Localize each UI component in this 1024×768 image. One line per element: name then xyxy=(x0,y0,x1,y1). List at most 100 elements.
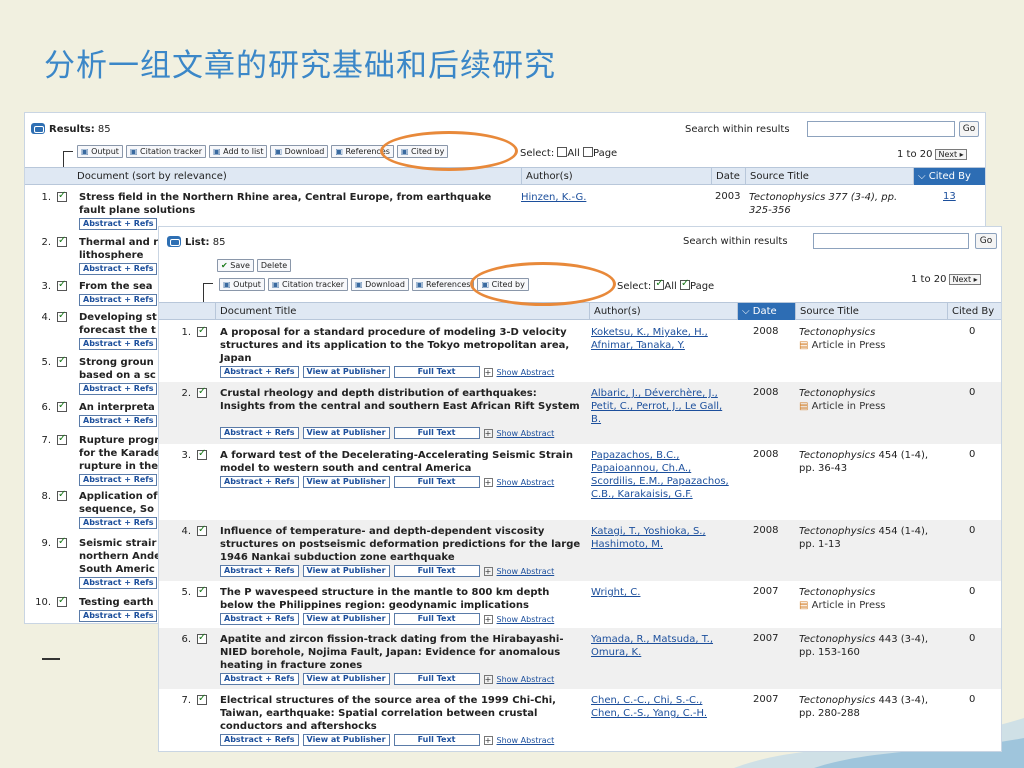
abstract-refs-button[interactable]: Abstract + Refs xyxy=(79,338,157,350)
select-page-checkbox[interactable] xyxy=(583,147,593,157)
abstract-refs-button[interactable]: Abstract + Refs xyxy=(79,263,157,275)
author-link[interactable]: Papazachos, B.C., Papaioannou, Ch.A., Sc… xyxy=(591,449,733,501)
go-button[interactable]: Go xyxy=(975,233,997,249)
row-checkbox[interactable] xyxy=(57,235,67,247)
row-title[interactable]: Stress field in the Northern Rhine area,… xyxy=(79,191,511,217)
col-source[interactable]: Source Title xyxy=(745,168,913,185)
abstract-refs-button[interactable]: Abstract + Refs xyxy=(220,427,299,439)
row-checkbox[interactable] xyxy=(197,585,207,597)
row-title[interactable]: A proposal for a standard procedure of m… xyxy=(220,326,584,365)
show-abstract-link[interactable]: Show Abstract xyxy=(497,478,555,487)
expand-icon[interactable]: + xyxy=(483,566,493,576)
row-checkbox[interactable] xyxy=(57,595,67,607)
output-button[interactable]: Output xyxy=(77,145,123,158)
full-text-button[interactable]: Full Text xyxy=(393,427,480,439)
view-at-publisher-button[interactable]: View at Publisher xyxy=(302,366,390,378)
view-at-publisher-button[interactable]: View at Publisher xyxy=(302,427,390,439)
abstract-refs-button[interactable]: Abstract + Refs xyxy=(220,366,299,378)
abstract-refs-button[interactable]: Abstract + Refs xyxy=(79,294,157,306)
expand-icon[interactable]: + xyxy=(483,735,493,745)
select-page-checkbox[interactable] xyxy=(680,278,690,290)
abstract-refs-button[interactable]: Abstract + Refs xyxy=(79,218,157,230)
output-button[interactable]: Output xyxy=(219,278,265,291)
save-button[interactable]: ✔ Save xyxy=(217,259,254,272)
show-abstract-link[interactable]: Show Abstract xyxy=(497,736,555,745)
row-checkbox[interactable] xyxy=(57,433,67,445)
col-cited-by[interactable]: ⌵ Cited By xyxy=(913,168,985,185)
add-to-list-button[interactable]: Add to list xyxy=(209,145,268,158)
row-checkbox[interactable] xyxy=(57,536,67,548)
expand-icon[interactable]: + xyxy=(483,477,493,487)
view-at-publisher-button[interactable]: View at Publisher xyxy=(302,476,390,488)
row-title[interactable]: Electrical structures of the source area… xyxy=(220,694,584,733)
expand-icon[interactable]: + xyxy=(483,428,493,438)
author-link[interactable]: Yamada, R., Matsuda, T., Omura, K. xyxy=(591,633,733,659)
row-checkbox[interactable] xyxy=(197,524,207,536)
row-checkbox[interactable] xyxy=(197,632,207,644)
row-title[interactable]: A forward test of the Decelerating-Accel… xyxy=(220,449,584,475)
go-button[interactable]: Go xyxy=(959,121,979,137)
row-checkbox[interactable] xyxy=(57,489,67,501)
cited-count[interactable]: 13 xyxy=(943,191,956,202)
row-title[interactable]: Crustal rheology and depth distribution … xyxy=(220,387,584,413)
next-button[interactable]: Next ▸ xyxy=(949,274,981,285)
show-abstract-link[interactable]: Show Abstract xyxy=(497,675,555,684)
view-at-publisher-button[interactable]: View at Publisher xyxy=(302,673,390,685)
abstract-refs-button[interactable]: Abstract + Refs xyxy=(79,517,157,529)
full-text-button[interactable]: Full Text xyxy=(393,673,480,685)
abstract-refs-button[interactable]: Abstract + Refs xyxy=(220,476,299,488)
next-button[interactable]: Next ▸ xyxy=(935,149,967,160)
search-within-input[interactable] xyxy=(813,233,969,249)
full-text-button[interactable]: Full Text xyxy=(393,734,480,746)
abstract-refs-button[interactable]: Abstract + Refs xyxy=(220,673,299,685)
select-all-checkbox[interactable] xyxy=(557,147,568,157)
expand-icon[interactable]: + xyxy=(483,674,493,684)
row-title[interactable]: The P wavespeed structure in the mantle … xyxy=(220,586,584,612)
abstract-refs-button[interactable]: Abstract + Refs xyxy=(220,613,299,625)
citation-tracker-button[interactable]: Citation tracker xyxy=(267,278,349,291)
abstract-refs-button[interactable]: Abstract + Refs xyxy=(79,577,157,589)
show-abstract-link[interactable]: Show Abstract xyxy=(497,615,555,624)
col-authors[interactable]: Author(s) xyxy=(589,303,737,320)
show-abstract-link[interactable]: Show Abstract xyxy=(497,368,555,377)
abstract-refs-button[interactable]: Abstract + Refs xyxy=(79,383,157,395)
row-checkbox[interactable] xyxy=(197,693,207,705)
citation-tracker-button[interactable]: Citation tracker xyxy=(125,145,207,158)
row-checkbox[interactable] xyxy=(197,448,207,460)
row-checkbox[interactable] xyxy=(57,279,67,291)
col-cited-by[interactable]: Cited By xyxy=(947,303,1001,320)
show-abstract-link[interactable]: Show Abstract xyxy=(497,567,555,576)
author-link[interactable]: Wright, C. xyxy=(591,586,733,599)
author-link[interactable]: Katagi, T., Yoshioka, S., Hashimoto, M. xyxy=(591,525,733,551)
download-button[interactable]: Download xyxy=(270,145,329,158)
references-button[interactable]: References xyxy=(411,278,475,291)
download-button[interactable]: Download xyxy=(351,278,409,291)
author-link[interactable]: Koketsu, K., Miyake, H., Afnimar, Tanaka… xyxy=(591,326,733,352)
show-abstract-link[interactable]: Show Abstract xyxy=(497,429,555,438)
col-source[interactable]: Source Title xyxy=(795,303,947,320)
abstract-refs-button[interactable]: Abstract + Refs xyxy=(79,415,157,427)
select-all-checkbox[interactable] xyxy=(654,278,665,290)
full-text-button[interactable]: Full Text xyxy=(393,366,480,378)
delete-button[interactable]: Delete xyxy=(256,259,292,272)
view-at-publisher-button[interactable]: View at Publisher xyxy=(302,613,390,625)
col-date[interactable]: ⌵ Date xyxy=(737,303,795,320)
full-text-button[interactable]: Full Text xyxy=(393,565,480,577)
view-at-publisher-button[interactable]: View at Publisher xyxy=(302,565,390,577)
search-within-input[interactable] xyxy=(807,121,955,137)
row-checkbox[interactable] xyxy=(57,355,67,367)
abstract-refs-button[interactable]: Abstract + Refs xyxy=(220,734,299,746)
row-checkbox[interactable] xyxy=(57,400,67,412)
full-text-button[interactable]: Full Text xyxy=(393,613,480,625)
row-checkbox[interactable] xyxy=(197,386,207,398)
row-checkbox[interactable] xyxy=(197,325,207,337)
row-title[interactable]: Apatite and zircon fission-track dating … xyxy=(220,633,584,672)
row-checkbox[interactable] xyxy=(57,310,67,322)
abstract-refs-button[interactable]: Abstract + Refs xyxy=(79,610,157,622)
author-link[interactable]: Chen, C.-C., Chi, S.-C., Chen, C.-S., Ya… xyxy=(591,694,733,720)
row-checkbox[interactable] xyxy=(57,190,67,202)
expand-icon[interactable]: + xyxy=(483,367,493,377)
abstract-refs-button[interactable]: Abstract + Refs xyxy=(220,565,299,577)
title-line[interactable]: Stress field in the Northern Rhine area,… xyxy=(79,191,511,217)
col-date[interactable]: Date xyxy=(711,168,745,185)
